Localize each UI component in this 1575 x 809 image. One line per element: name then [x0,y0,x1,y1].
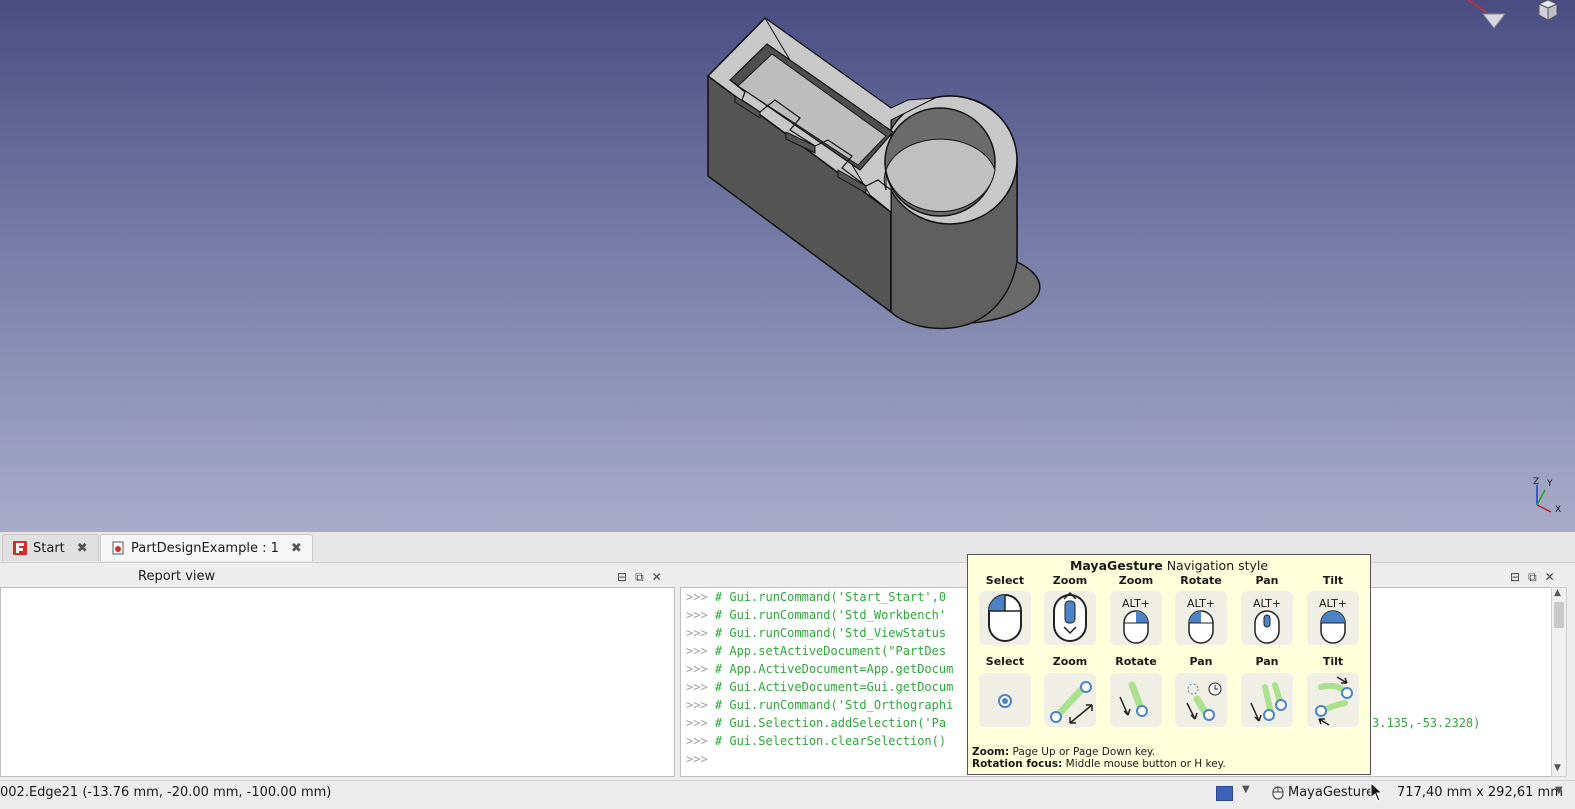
navigation-cube[interactable] [1460,0,1575,40]
chevron-down-icon[interactable]: ▼ [1555,785,1563,796]
popup-title: MayaGesture Navigation style [968,558,1370,573]
modifier-label: ALT+ [1121,597,1151,610]
navigation-style-button[interactable]: MayaGesture [1272,785,1374,800]
hint-text: Page Up or Page Down key. [1009,746,1156,758]
console-line: >>> # Gui.runCommand('Std_Orthographi [686,698,954,712]
mouse-scroll-zoom-icon [1044,591,1096,645]
minimize-panel-icon[interactable]: ⊟ [1510,570,1520,585]
tab-partdesignexample[interactable]: PartDesignExample : 1 ✖ [100,534,313,561]
hint-label: Zoom: [972,746,1010,758]
console-line: >>> # Gui.runCommand('Std_Workbench' [686,608,947,622]
action-label: Rotate [1180,574,1222,587]
close-icon[interactable]: ✖ [77,541,88,556]
axis-line-icon [1467,0,1487,13]
swipe-rotate-icon [1110,673,1162,727]
axis-z-label: Z [1533,477,1539,487]
mouse-right-zoom-icon: ALT+ [1110,591,1162,645]
tap-select-icon [979,673,1031,727]
chevron-down-icon[interactable]: ▼ [1242,784,1250,795]
view-dimensions: 717,40 mm x 292,61 mm [1397,785,1563,800]
rotation-hint: Rotation focus: Middle mouse button or H… [972,758,1226,770]
two-finger-pan-icon [1241,673,1293,727]
gesture-label: Rotate [1115,655,1157,668]
action-label: Zoom [1118,574,1154,587]
gesture-label: Zoom [1052,655,1088,668]
mouse-pointer-icon [1370,782,1384,802]
chevron-up-icon[interactable]: ▲ [1554,588,1561,598]
float-panel-icon[interactable]: ⧉ [635,570,644,585]
view-menu-cube-icon[interactable] [1537,0,1559,21]
action-label: Select [985,574,1025,587]
mouse-middle-pan-icon: ALT+ [1241,591,1293,645]
hint-label: Rotation focus: [972,758,1063,770]
report-view-title: Report view [138,569,216,584]
selection-status-text: 002.Edge21 (-13.76 mm, -20.00 mm, -100.0… [0,785,332,800]
float-panel-icon[interactable]: ⧉ [1528,570,1537,585]
modifier-label: ALT+ [1318,597,1348,610]
tab-partdesignexample-label: PartDesignExample : 1 [131,540,279,556]
axis-y-label: Y [1546,479,1553,489]
close-icon[interactable]: ✖ [291,541,302,556]
mouse-tilt-icon: ALT+ [1307,591,1359,645]
console-line: >>> # Gui.Selection.addSelection('Pa [686,716,947,730]
tab-start[interactable]: Start ✖ [2,534,99,561]
popup-title-rest: Navigation style [1162,558,1269,573]
zoom-hint: Zoom: Page Up or Page Down key. [972,746,1155,758]
axis-indicator: Z Y X [1533,477,1561,515]
chevron-down-icon[interactable]: ▼ [1554,763,1561,773]
modifier-label: ALT+ [1252,597,1282,610]
report-view-header: Report view ⊟ ⧉ ✕ [0,568,675,586]
console-line: >>> # App.ActiveDocument=App.getDocum [686,662,954,676]
view-mode-color-icon[interactable] [1216,786,1233,801]
mouse-select-icon [979,591,1031,645]
console-line-tail: 3.135,-53.2328) [1372,716,1481,730]
hint-text: Middle mouse button or H key. [1062,758,1226,770]
gesture-label: Select [985,655,1025,668]
gesture-label: Pan [1189,655,1213,668]
action-label: Zoom [1052,574,1088,587]
pinch-zoom-icon [1044,673,1096,727]
part-model[interactable] [0,0,1575,532]
two-finger-tilt-icon [1307,673,1359,727]
console-scrollbar[interactable]: ▲ ▼ [1551,587,1567,777]
action-label: Pan [1255,574,1279,587]
console-line: >>> # Gui.runCommand('Std_ViewStatus [686,626,947,640]
mouse-icon [1272,786,1284,799]
freecad-logo-icon [13,541,27,555]
chevron-down-icon[interactable] [1481,13,1507,29]
navigation-style-popup: MayaGesture Navigation style Select Zoom… [967,554,1371,775]
nav-style-label: MayaGesture [1288,785,1375,800]
document-icon [112,541,124,555]
console-line: >>> # Gui.runCommand('Start_Start',0 [686,590,947,604]
nav-style-name: MayaGesture [1069,558,1163,573]
console-line: >>> # Gui.Selection.clearSelection() [686,734,947,748]
mouse-left-rotate-icon: ALT+ [1175,591,1227,645]
3d-viewport[interactable]: Z Y X [0,0,1575,532]
gesture-label: Pan [1255,655,1279,668]
hold-pan-icon [1175,673,1227,727]
console-line: >>> # App.setActiveDocument("PartDes [686,644,947,658]
action-label: Tilt [1322,574,1344,587]
modifier-label: ALT+ [1186,597,1216,610]
console-line: >>> # Gui.ActiveDocument=Gui.getDocum [686,680,954,694]
close-icon[interactable]: ✕ [1545,570,1555,585]
scrollbar-thumb[interactable] [1554,602,1564,628]
console-prompt: >>> [686,752,708,766]
tab-start-label: Start [33,540,65,556]
minimize-panel-icon[interactable]: ⊟ [617,570,627,585]
status-bar: 002.Edge21 (-13.76 mm, -20.00 mm, -100.0… [0,780,1575,809]
close-icon[interactable]: ✕ [652,570,662,585]
report-view-panel[interactable] [0,587,675,777]
gesture-label: Tilt [1322,655,1344,668]
axis-x-label: X [1555,505,1561,515]
